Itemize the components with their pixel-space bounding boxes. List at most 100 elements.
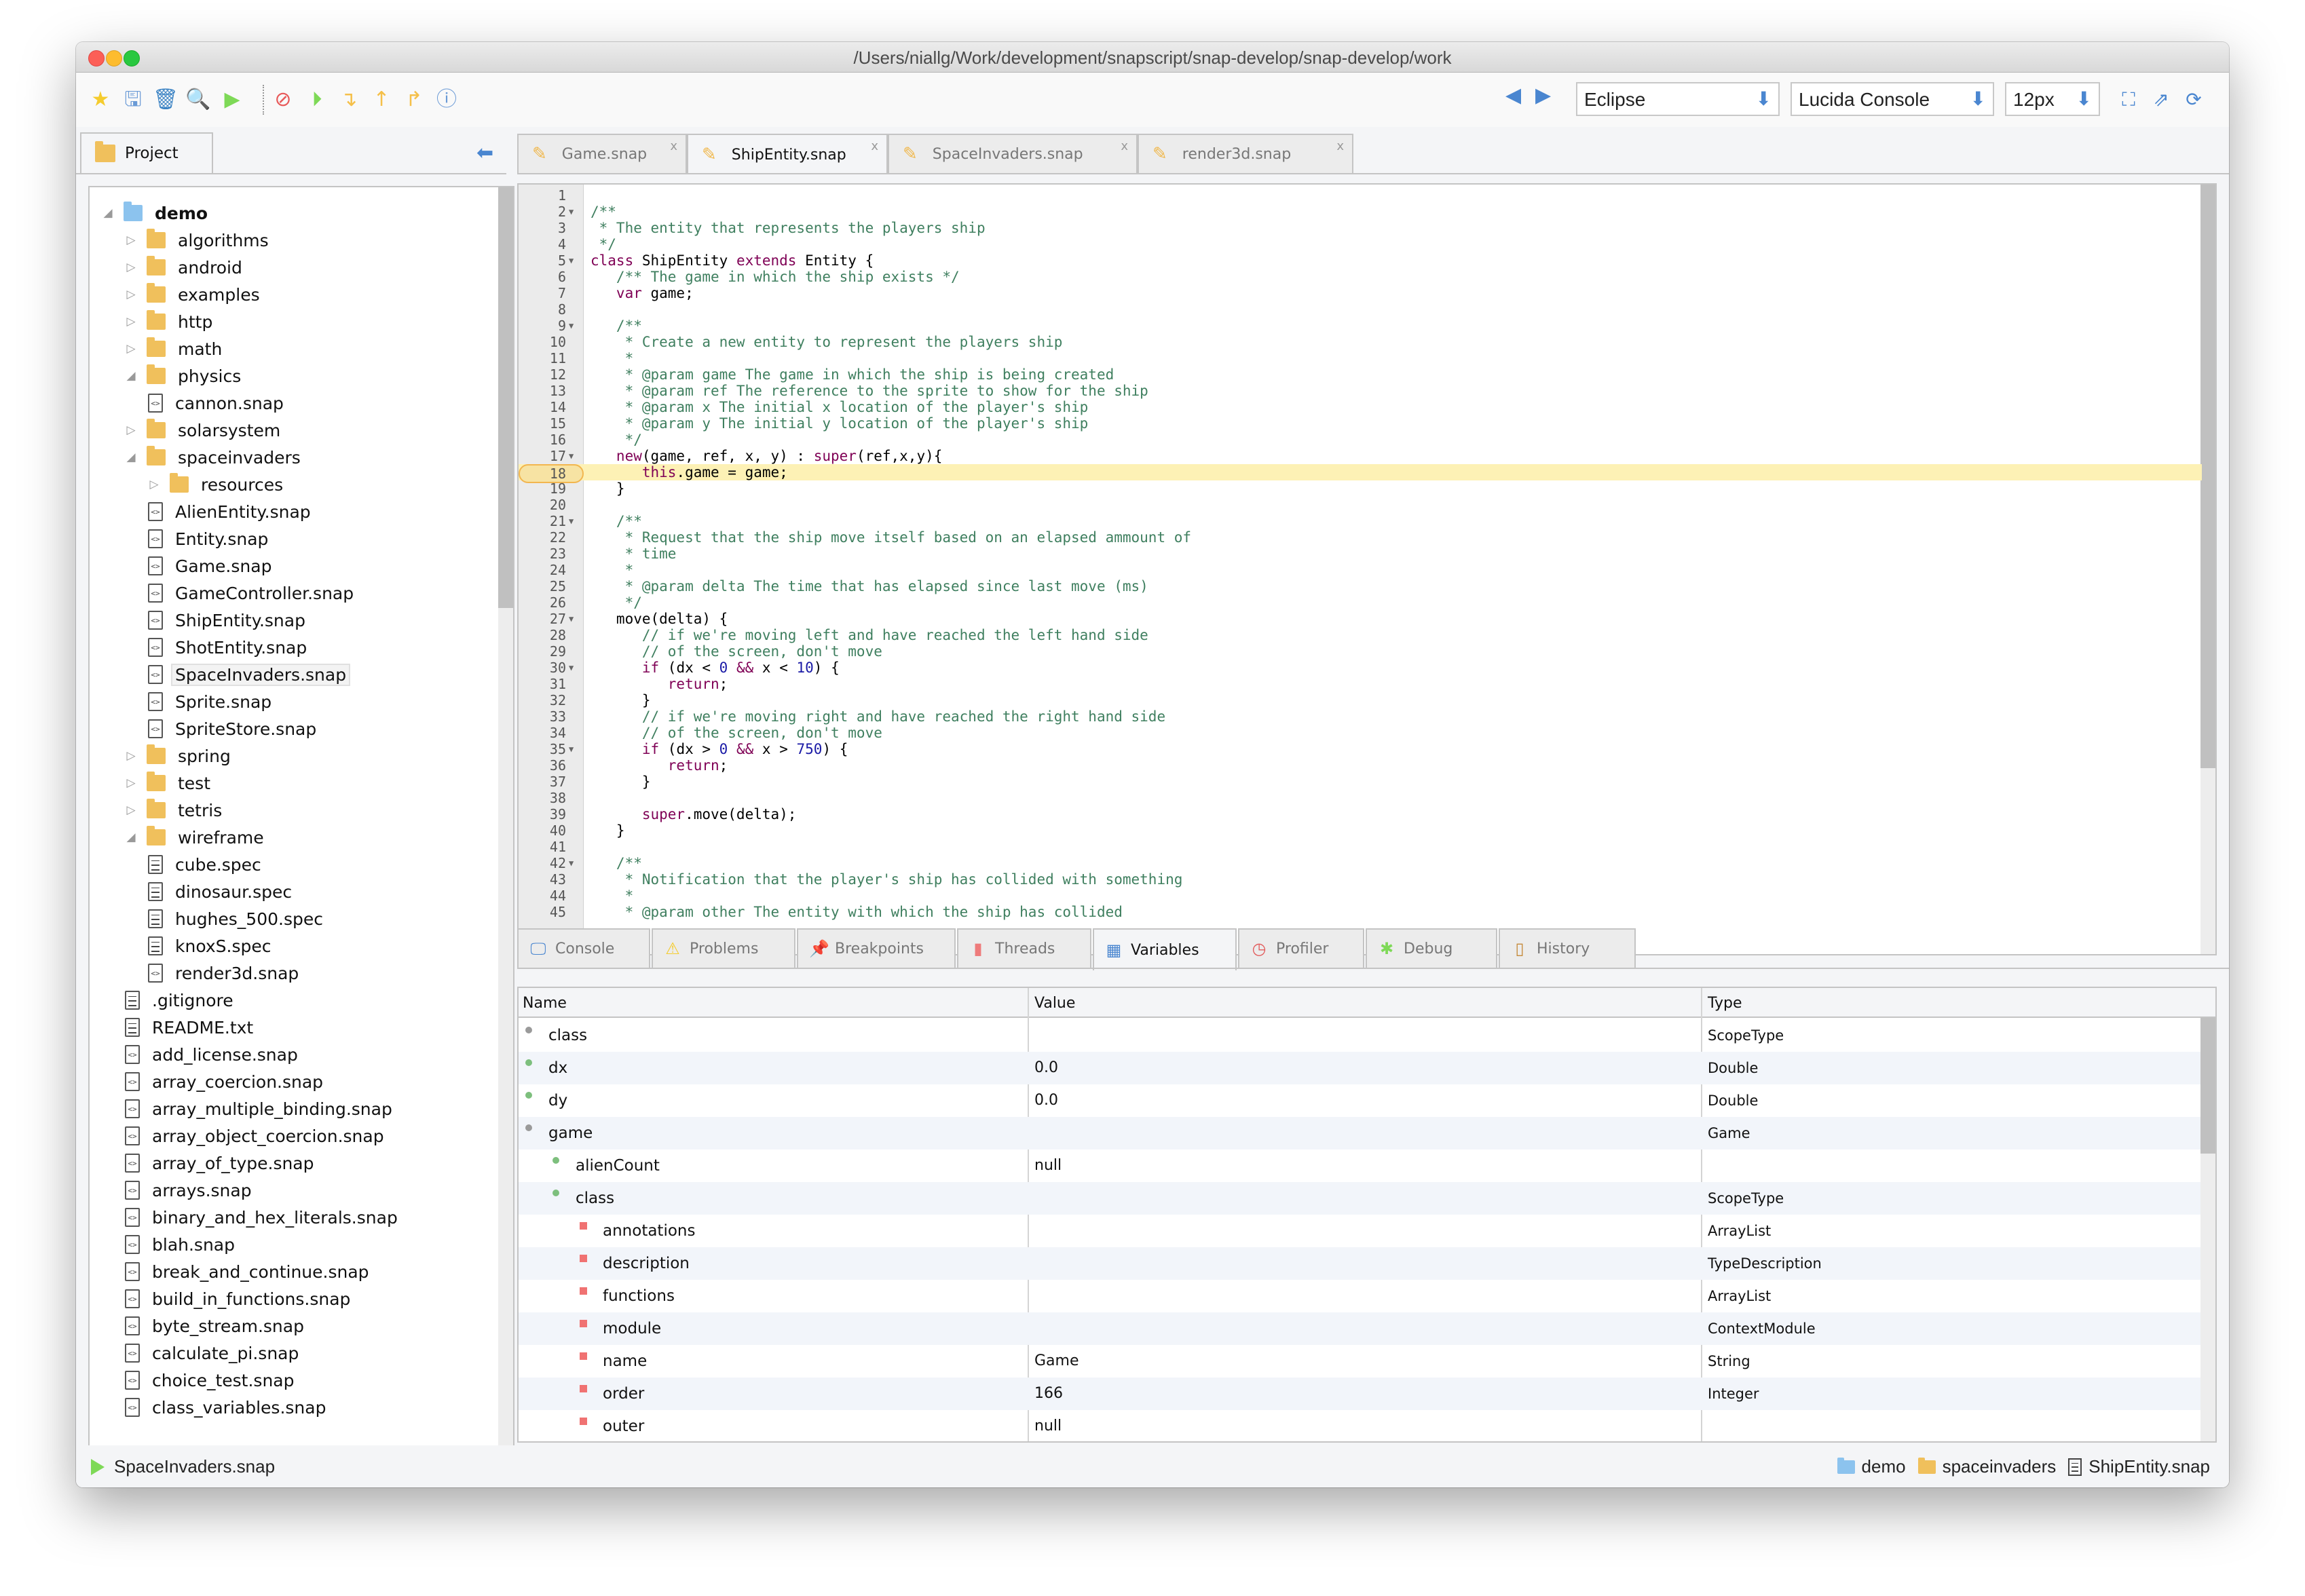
line-number[interactable]: 9 bbox=[519, 318, 566, 334]
line-number[interactable]: 20 bbox=[519, 497, 566, 513]
line-number[interactable]: 13 bbox=[519, 383, 566, 399]
fold-arrow-icon[interactable]: ▼ bbox=[569, 741, 574, 757]
tree-file[interactable]: hughes_500.spec bbox=[145, 905, 323, 932]
table-row[interactable]: outer null bbox=[519, 1410, 2202, 1441]
code-line[interactable]: 38 bbox=[519, 790, 2202, 806]
scrollbar-thumb[interactable] bbox=[2200, 1018, 2215, 1154]
line-number[interactable]: 21 bbox=[519, 513, 566, 529]
code-line[interactable]: 24 * bbox=[519, 562, 2202, 578]
tree-file[interactable]: <> add_license.snap bbox=[122, 1041, 298, 1068]
tree-file[interactable]: <> blah.snap bbox=[122, 1231, 235, 1258]
editor-tab[interactable]: ✎ SpaceInvaders.snap x bbox=[888, 134, 1138, 173]
breadcrumb-item[interactable]: ShipEntity.snap bbox=[2088, 1456, 2210, 1477]
code-line[interactable]: 31 return; bbox=[519, 676, 2202, 692]
tree-file[interactable]: <> Game.snap bbox=[145, 552, 271, 580]
tab-console[interactable]: 🖵 Console bbox=[517, 928, 650, 968]
table-row[interactable]: dx 0.0 Double bbox=[519, 1052, 2202, 1084]
table-row[interactable]: functions ArrayList bbox=[519, 1280, 2202, 1312]
font-select[interactable]: Lucida Console ⬇ bbox=[1791, 82, 1994, 116]
code-line[interactable]: 2 ▼ /** bbox=[519, 204, 2202, 220]
code-line[interactable]: 18 this.game = game; bbox=[519, 464, 2202, 483]
tree-file[interactable]: <> cannon.snap bbox=[145, 390, 284, 417]
code-line[interactable]: 8 bbox=[519, 301, 2202, 318]
tree-file[interactable]: <> class_variables.snap bbox=[122, 1394, 326, 1421]
tree-file[interactable]: .gitignore bbox=[122, 987, 233, 1014]
code-line[interactable]: 34 // of the screen, don't move bbox=[519, 725, 2202, 741]
line-number[interactable]: 8 bbox=[519, 301, 566, 318]
tree-file[interactable]: <> Entity.snap bbox=[145, 525, 268, 552]
fold-arrow-icon[interactable]: ▼ bbox=[569, 448, 574, 464]
fold-arrow-icon[interactable]: ▼ bbox=[569, 204, 574, 220]
step-out-icon[interactable]: ↑ bbox=[368, 86, 395, 113]
expanded-arrow-icon[interactable]: ◢ bbox=[122, 369, 140, 383]
table-row[interactable]: description TypeDescription bbox=[519, 1247, 2202, 1280]
code-line[interactable]: 44 * bbox=[519, 888, 2202, 904]
expanded-arrow-icon[interactable]: ◢ bbox=[122, 831, 140, 844]
tree-folder[interactable]: ◢ demo bbox=[99, 200, 208, 227]
expanded-arrow-icon[interactable]: ◢ bbox=[99, 206, 117, 220]
collapsed-arrow-icon[interactable]: ▷ bbox=[122, 233, 140, 247]
table-row[interactable]: name Game String bbox=[519, 1345, 2202, 1378]
code-line[interactable]: 6 /** The game in which the ship exists … bbox=[519, 269, 2202, 285]
line-number[interactable]: 2 bbox=[519, 204, 566, 220]
close-tab-icon[interactable]: x bbox=[1121, 139, 1128, 153]
save-icon[interactable]: 🖫 bbox=[119, 86, 147, 113]
nav-back-button[interactable]: ◀ bbox=[1505, 83, 1521, 107]
tree-file[interactable]: <> break_and_continue.snap bbox=[122, 1258, 369, 1285]
code-line[interactable]: 36 return; bbox=[519, 757, 2202, 774]
tree-file[interactable]: <> byte_stream.snap bbox=[122, 1312, 304, 1340]
editor-tab[interactable]: ✎ ShipEntity.snap x bbox=[687, 134, 888, 174]
tree-folder[interactable]: ▷ spring bbox=[122, 742, 231, 770]
tree-file[interactable]: <> render3d.snap bbox=[145, 960, 299, 987]
code-line[interactable]: 40 } bbox=[519, 822, 2202, 839]
line-number[interactable]: 27 bbox=[519, 611, 566, 627]
tree-file[interactable]: <> SpriteStore.snap bbox=[145, 715, 316, 742]
line-number[interactable]: 16 bbox=[519, 432, 566, 448]
code-line[interactable]: 5 ▼ class ShipEntity extends Entity { bbox=[519, 252, 2202, 269]
line-number[interactable]: 3 bbox=[519, 220, 566, 236]
fullscreen-icon[interactable]: ⛶ bbox=[2115, 86, 2142, 113]
line-number[interactable]: 34 bbox=[519, 725, 566, 741]
code-line[interactable]: 9 ▼ /** bbox=[519, 318, 2202, 334]
tree-folder[interactable]: ▷ http bbox=[122, 308, 212, 335]
collapsed-arrow-icon[interactable]: ▷ bbox=[122, 803, 140, 817]
code-line[interactable]: 30 ▼ if (dx < 0 && x < 10) { bbox=[519, 660, 2202, 676]
tree-folder[interactable]: ▷ resources bbox=[145, 471, 283, 498]
code-line[interactable]: 41 bbox=[519, 839, 2202, 855]
tree-folder[interactable]: ▷ examples bbox=[122, 281, 260, 308]
collapsed-arrow-icon[interactable]: ▷ bbox=[122, 315, 140, 328]
editor-tab[interactable]: ✎ render3d.snap x bbox=[1138, 134, 1353, 173]
line-number[interactable]: 41 bbox=[519, 839, 566, 855]
collapsed-arrow-icon[interactable]: ▷ bbox=[145, 478, 163, 491]
line-number[interactable]: 25 bbox=[519, 578, 566, 594]
trash-icon[interactable]: 🗑 bbox=[152, 86, 179, 113]
tree-folder[interactable]: ▷ tetris bbox=[122, 797, 222, 824]
code-line[interactable]: 32 } bbox=[519, 692, 2202, 708]
code-line[interactable]: 14 * @param x The initial x location of … bbox=[519, 399, 2202, 415]
collapsed-arrow-icon[interactable]: ▷ bbox=[122, 423, 140, 437]
tree-file[interactable]: <> build_in_functions.snap bbox=[122, 1285, 350, 1312]
line-number[interactable]: 43 bbox=[519, 871, 566, 888]
line-number[interactable]: 10 bbox=[519, 334, 566, 350]
code-line[interactable]: 27 ▼ move(delta) { bbox=[519, 611, 2202, 627]
line-number[interactable]: 42 bbox=[519, 855, 566, 871]
line-number[interactable]: 22 bbox=[519, 529, 566, 546]
tree-folder[interactable]: ▷ solarsystem bbox=[122, 417, 280, 444]
line-number[interactable]: 39 bbox=[519, 806, 566, 822]
close-tab-icon[interactable]: x bbox=[871, 139, 878, 153]
code-line[interactable]: 43 * Notification that the player's ship… bbox=[519, 871, 2202, 888]
line-number[interactable]: 45 bbox=[519, 904, 566, 920]
code-line[interactable]: 12 * @param game The game in which the s… bbox=[519, 366, 2202, 383]
expanded-arrow-icon[interactable]: ◢ bbox=[122, 451, 140, 464]
tree-folder[interactable]: ▷ algorithms bbox=[122, 227, 269, 254]
tab-breakpoints[interactable]: 📌 Breakpoints bbox=[797, 928, 956, 968]
fold-arrow-icon[interactable]: ▼ bbox=[569, 611, 574, 627]
line-number[interactable]: 4 bbox=[519, 236, 566, 252]
tree-file[interactable]: knoxS.spec bbox=[145, 932, 271, 960]
code-line[interactable]: 7 var game; bbox=[519, 285, 2202, 301]
code-line[interactable]: 3 * The entity that represents the playe… bbox=[519, 220, 2202, 236]
tree-file[interactable]: dinosaur.spec bbox=[145, 878, 292, 905]
code-line[interactable]: 21 ▼ /** bbox=[519, 513, 2202, 529]
search-icon[interactable]: 🔍 bbox=[185, 86, 212, 113]
code-line[interactable]: 23 * time bbox=[519, 546, 2202, 562]
